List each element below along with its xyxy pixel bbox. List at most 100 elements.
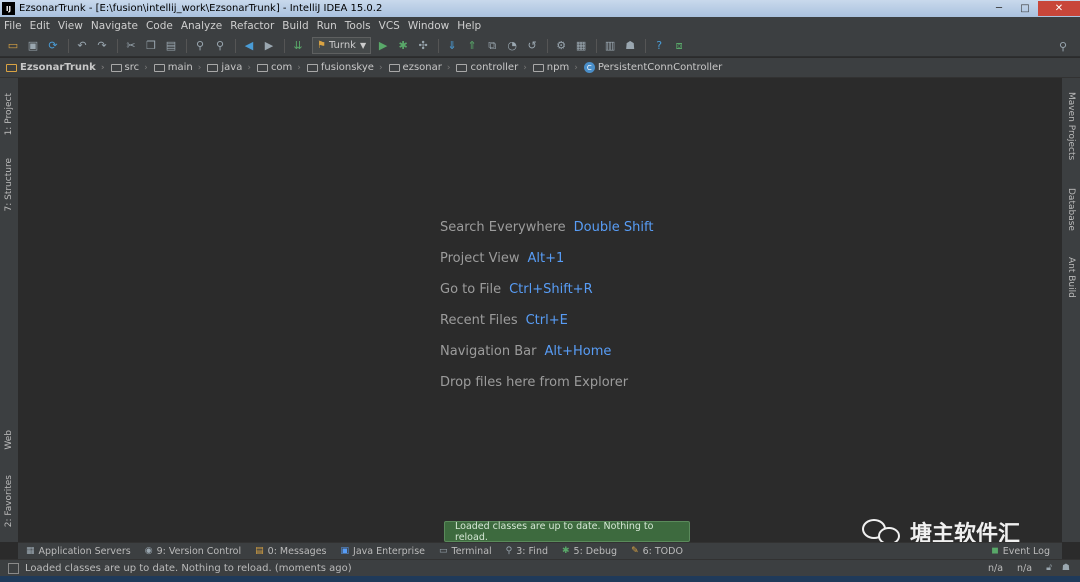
android-icon[interactable]: ☗: [621, 37, 639, 55]
tab-maven-projects[interactable]: Maven Projects: [1062, 86, 1080, 166]
menu-tools[interactable]: Tools: [345, 20, 371, 32]
vcs-icon: ◉: [144, 546, 153, 556]
help-icon[interactable]: ?: [650, 37, 668, 55]
back-icon[interactable]: ◀: [240, 37, 258, 55]
breadcrumb-controller[interactable]: controller ›: [456, 62, 527, 73]
cut-icon[interactable]: ✂: [122, 37, 140, 55]
lock-icon[interactable]: 🔓︎: [1046, 563, 1052, 573]
menu-build[interactable]: Build: [282, 20, 308, 32]
menu-vcs[interactable]: VCS: [379, 20, 400, 32]
editor-area[interactable]: Search Everywhere Double Shift Project V…: [18, 78, 1062, 542]
menu-bar: File Edit View Navigate Code Analyze Ref…: [0, 17, 1080, 35]
breadcrumb-com[interactable]: com ›: [256, 62, 301, 73]
sync-icon[interactable]: ⟳: [44, 37, 62, 55]
tool-terminal[interactable]: ▭ Terminal: [439, 546, 492, 557]
breadcrumb-src[interactable]: src ›: [110, 62, 148, 73]
os-taskbar: [0, 576, 1080, 582]
chevron-right-icon: ›: [523, 62, 527, 73]
undo-icon[interactable]: ↶: [73, 37, 91, 55]
navigation-bar: EzsonarTrunk › src › main › java › com ›…: [0, 58, 1080, 78]
minimize-button[interactable]: ─: [986, 1, 1012, 16]
toolbar-separator: [117, 38, 118, 53]
run-config-icon: ⚑: [317, 40, 326, 51]
sdk-icon[interactable]: ▥: [601, 37, 619, 55]
vcs-compare-icon[interactable]: ⧉: [483, 37, 501, 55]
tool-version-control[interactable]: ◉ 9: Version Control: [145, 546, 241, 557]
tool-find[interactable]: ⚲ 3: Find: [506, 546, 548, 557]
tool-java-enterprise[interactable]: ▣ Java Enterprise: [341, 546, 425, 557]
breadcrumb-java[interactable]: java ›: [207, 62, 251, 73]
line-separator[interactable]: n/a: [1017, 563, 1032, 574]
maximize-button[interactable]: □: [1012, 1, 1038, 16]
tool-todo[interactable]: ✎ 6: TODO: [631, 546, 683, 557]
title-bar: IJ EzsonarTrunk - [E:\fusion\intellij_wo…: [0, 0, 1080, 17]
jump-icon[interactable]: ⧈: [670, 37, 688, 55]
menu-window[interactable]: Window: [408, 20, 449, 32]
tool-application-servers[interactable]: ▦ Application Servers: [26, 546, 131, 557]
tab-structure[interactable]: 7: Structure: [0, 152, 18, 218]
hint-label: Navigation Bar: [440, 344, 537, 359]
breadcrumb-main[interactable]: main ›: [153, 62, 202, 73]
caret-position[interactable]: n/a: [988, 563, 1003, 574]
close-button[interactable]: ✕: [1038, 1, 1080, 16]
messages-icon: ▤: [255, 546, 264, 556]
project-structure-icon[interactable]: ▦: [572, 37, 590, 55]
forward-icon[interactable]: ▶: [260, 37, 278, 55]
tool-label: Java Enterprise: [353, 545, 425, 557]
chevron-right-icon: ›: [197, 62, 202, 73]
hint-shortcut: Ctrl+Shift+R: [509, 282, 593, 297]
tab-project[interactable]: 1: Project: [0, 84, 18, 144]
find-icon: ⚲: [505, 546, 513, 556]
tool-windows-toggle-icon[interactable]: [8, 562, 19, 574]
tool-messages[interactable]: ▤ 0: Messages: [255, 546, 326, 557]
vcs-history-icon[interactable]: ◔: [503, 37, 521, 55]
vcs-commit-icon[interactable]: ⇑: [463, 37, 481, 55]
menu-analyze[interactable]: Analyze: [181, 20, 222, 32]
menu-edit[interactable]: Edit: [30, 20, 50, 32]
redo-icon[interactable]: ↷: [93, 37, 111, 55]
folder-icon: [153, 63, 165, 72]
vcs-revert-icon[interactable]: ↺: [523, 37, 541, 55]
run-config-select[interactable]: ⚑ Turnk ▼: [312, 37, 372, 54]
replace-icon[interactable]: ⚲: [211, 37, 229, 55]
debug-icon[interactable]: ✱: [394, 37, 412, 55]
settings-icon[interactable]: ⚙: [552, 37, 570, 55]
open-icon[interactable]: ▭: [4, 37, 22, 55]
menu-navigate[interactable]: Navigate: [91, 20, 138, 32]
coverage-icon[interactable]: ✣: [414, 37, 432, 55]
hint-drop-files: Drop files here from Explorer: [440, 367, 653, 398]
make-icon[interactable]: ⇊: [289, 37, 307, 55]
vcs-update-icon[interactable]: ⇓: [443, 37, 461, 55]
tab-database[interactable]: Database: [1062, 182, 1080, 236]
inspector-icon[interactable]: ☗: [1062, 563, 1070, 573]
toolbar-separator: [235, 38, 236, 53]
copy-icon[interactable]: ❐: [142, 37, 160, 55]
menu-help[interactable]: Help: [457, 20, 481, 32]
tab-project-label: 1: Project: [4, 92, 14, 136]
breadcrumb-project[interactable]: EzsonarTrunk ›: [6, 62, 105, 73]
save-icon[interactable]: ▣: [24, 37, 42, 55]
breadcrumb-class[interactable]: C PersistentConnController: [583, 62, 722, 73]
hint-label: Search Everywhere: [440, 220, 566, 235]
breadcrumb-fusionskye[interactable]: fusionskye ›: [306, 62, 383, 73]
tab-favorites-label: 2: Favorites: [4, 474, 14, 528]
breadcrumb-npm[interactable]: npm ›: [532, 62, 578, 73]
search-everywhere-icon[interactable]: ⚲: [1054, 37, 1072, 55]
toolbar-separator: [596, 38, 598, 53]
notification-balloon[interactable]: Loaded classes are up to date. Nothing t…: [444, 521, 690, 543]
run-icon[interactable]: ▶: [374, 37, 392, 55]
tool-event-log[interactable]: ◼ Event Log: [991, 546, 1050, 557]
tool-debug[interactable]: ✱ 5: Debug: [562, 546, 617, 557]
menu-view[interactable]: View: [58, 20, 83, 32]
tab-web[interactable]: Web: [0, 422, 18, 458]
tab-favorites[interactable]: 2: Favorites: [0, 466, 18, 536]
menu-refactor[interactable]: Refactor: [230, 20, 274, 32]
tab-ant-build[interactable]: Ant Build: [1062, 250, 1080, 304]
menu-run[interactable]: Run: [317, 20, 337, 32]
breadcrumb-label: main: [167, 62, 193, 73]
menu-file[interactable]: File: [4, 20, 22, 32]
breadcrumb-ezsonar[interactable]: ezsonar ›: [388, 62, 450, 73]
find-icon[interactable]: ⚲: [191, 37, 209, 55]
paste-icon[interactable]: ▤: [162, 37, 180, 55]
menu-code[interactable]: Code: [146, 20, 173, 32]
